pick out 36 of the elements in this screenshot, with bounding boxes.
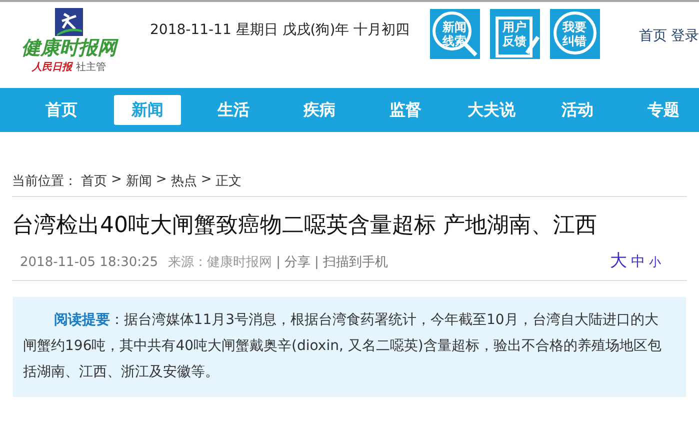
date-text: 2018-11-11 星期日 戊戌(狗)年 十月初四 <box>150 21 410 39</box>
nav-tab[interactable]: 首页 <box>28 95 95 125</box>
breadcrumb-link[interactable]: 热点 <box>170 172 197 190</box>
nav-tab[interactable]: 专题 <box>630 95 697 125</box>
nav-tab[interactable]: 生活 <box>200 95 267 125</box>
breadcrumb-separator: > <box>200 172 212 189</box>
separator-text: | <box>314 255 319 270</box>
nav-tab[interactable]: 新闻 <box>114 95 181 125</box>
publish-time: 2018-11-05 18:30:25 <box>20 255 158 270</box>
breadcrumb-separator: > <box>156 172 167 189</box>
quick-link-button[interactable]: 用户 反馈 <box>490 9 540 59</box>
article-title: 台湾检出40吨大闸蟹致癌物二噁英含量超标 产地湖南、江西 <box>12 212 598 240</box>
separator-text: | <box>276 255 280 270</box>
quick-link-button[interactable]: 我要 纠错 <box>550 9 600 59</box>
font-size-link[interactable]: 中 <box>631 253 645 271</box>
nav-tab[interactable]: 监督 <box>372 95 439 125</box>
summary-text: 阅读提要：据台湾媒体11月3号消息，根据台湾食药署统计，今年截至10月，台湾自大陆进口的大闸蟹约196吨，其中共有40吨大闸蟹戴奥辛(dioxin, 又名二噁英)含量超标，验出不合格的养殖场地区包括湖南、江西、浙江及安徽等。 <box>23 311 662 382</box>
share-link[interactable]: 扫描到手机 <box>322 253 388 271</box>
logo-icon <box>55 8 83 36</box>
breadcrumb-link[interactable]: 首页 <box>81 172 107 190</box>
publisher-text: 人民日报 <box>32 60 72 74</box>
nav-tab[interactable]: 疾病 <box>286 95 353 125</box>
breadcrumb-link[interactable]: 新闻 <box>126 172 152 190</box>
breadcrumb-link[interactable]: 正文 <box>216 172 242 190</box>
source-text: 来源：健康时报网 <box>168 254 272 271</box>
font-size-link[interactable]: 小 <box>649 254 661 271</box>
font-size-link[interactable]: 大 <box>610 249 627 272</box>
nav-tab[interactable]: 大夫说 <box>458 95 525 125</box>
top-link[interactable]: 首页 <box>639 27 667 45</box>
nav-tab[interactable]: 活动 <box>544 95 611 125</box>
breadcrumb-separator: > <box>111 172 122 189</box>
logo-text: 健康时报网 <box>22 36 116 60</box>
publisher-suffix: 社主管 <box>76 60 106 74</box>
breadcrumb-label: 当前位置： <box>12 173 77 190</box>
share-link[interactable]: 分享 <box>284 253 310 271</box>
top-link[interactable]: 登录 <box>671 27 699 45</box>
